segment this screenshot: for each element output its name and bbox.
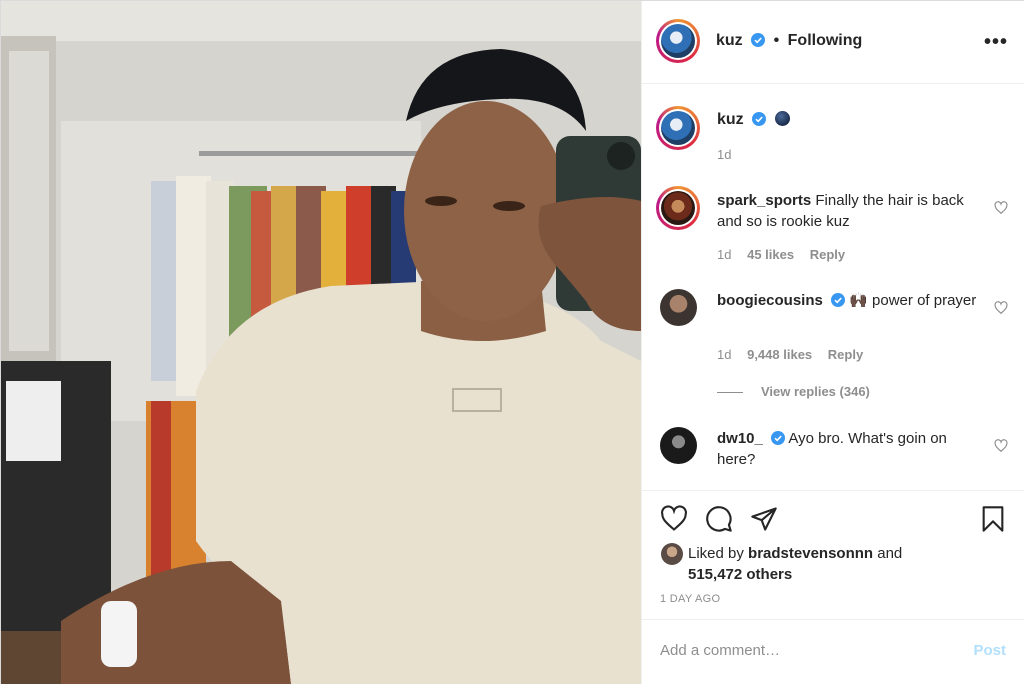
liker-avatar[interactable] [661, 543, 683, 565]
comment-meta: 1d 9,448 likes Reply [717, 347, 875, 362]
post-header: kuz • Following ••• [642, 1, 1024, 84]
post-photo[interactable] [1, 1, 641, 684]
share-icon[interactable] [750, 505, 778, 533]
comment-likes[interactable]: 45 likes [747, 247, 794, 262]
comment-username[interactable]: dw10_ [717, 430, 763, 447]
comment-like-heart-icon[interactable] [994, 439, 1008, 453]
comment-emoji: 🙌🏿 [849, 292, 868, 309]
view-replies-button[interactable]: View replies (346) [717, 384, 870, 399]
comment-meta: 1d 45 likes Reply [717, 247, 857, 262]
post-actions: Liked by bradstevensonnn and 515,472 oth… [642, 490, 1024, 619]
comment-reply-button[interactable]: Reply [828, 347, 863, 362]
comment-avatar[interactable] [660, 427, 697, 464]
comment-time[interactable]: 1d [717, 247, 731, 262]
comment-username[interactable]: spark_sports [717, 192, 811, 209]
likes-others-count[interactable]: 515,472 others [688, 566, 792, 583]
comment-input[interactable] [660, 638, 940, 662]
comment-username[interactable]: boogiecousins [717, 292, 823, 309]
view-replies-label: View replies (346) [761, 384, 870, 399]
comment-body: power of prayer [867, 292, 977, 309]
comment-text: spark_sports Finally the hair is back an… [717, 190, 987, 232]
comment-reply-button[interactable]: Reply [810, 247, 845, 262]
post-timestamp[interactable]: 1 DAY AGO [660, 593, 720, 605]
comment-time[interactable]: 1d [717, 347, 731, 362]
author-username[interactable]: kuz [716, 32, 743, 49]
verified-badge-icon [771, 431, 786, 445]
verified-badge-icon [751, 33, 766, 47]
post-comment-button[interactable]: Post [973, 642, 1006, 659]
caption-avatar[interactable] [656, 106, 700, 150]
comment-likes[interactable]: 9,448 likes [747, 347, 812, 362]
comment-text: dw10_ Ayo bro. What's goin on here? [717, 428, 987, 470]
add-comment-bar: Post [642, 619, 1024, 684]
following-button[interactable]: Following [788, 32, 863, 49]
post-side-panel: kuz • Following ••• kuz 1d spark_sports … [641, 1, 1024, 684]
post-photo-image [1, 1, 641, 684]
comment-text: boogiecousins 🙌🏿 power of prayer [717, 290, 987, 311]
comment-avatar[interactable] [656, 186, 700, 230]
likes-prefix: Liked by [688, 545, 749, 562]
author-name-row: kuz • Following [716, 32, 862, 50]
caption-username[interactable]: kuz [717, 111, 744, 128]
likes-and: and [873, 545, 903, 562]
comments-list[interactable]: kuz 1d spark_sports Finally the hair is … [642, 84, 1024, 490]
likes-summary: Liked by bradstevensonnn and 515,472 oth… [688, 543, 902, 585]
bookmark-icon[interactable] [979, 505, 1007, 533]
instagram-post-modal: kuz • Following ••• kuz 1d spark_sports … [0, 0, 1024, 684]
author-avatar[interactable] [656, 19, 700, 63]
liker-username[interactable]: bradstevensonnn [748, 545, 873, 562]
comment-like-heart-icon[interactable] [994, 201, 1008, 215]
more-options-icon[interactable]: ••• [984, 31, 1008, 54]
caption-row: kuz [717, 111, 790, 129]
view-replies-divider [717, 392, 743, 394]
comment-avatar[interactable] [660, 289, 697, 326]
heart-icon[interactable] [660, 505, 688, 533]
verified-badge-icon [831, 293, 846, 307]
comment-like-heart-icon[interactable] [994, 301, 1008, 315]
caption-time[interactable]: 1d [717, 147, 731, 162]
verified-badge-icon [752, 112, 767, 126]
comment-icon[interactable] [705, 505, 733, 533]
separator-dot: • [773, 32, 780, 49]
caption-emoji-icon [774, 111, 790, 126]
